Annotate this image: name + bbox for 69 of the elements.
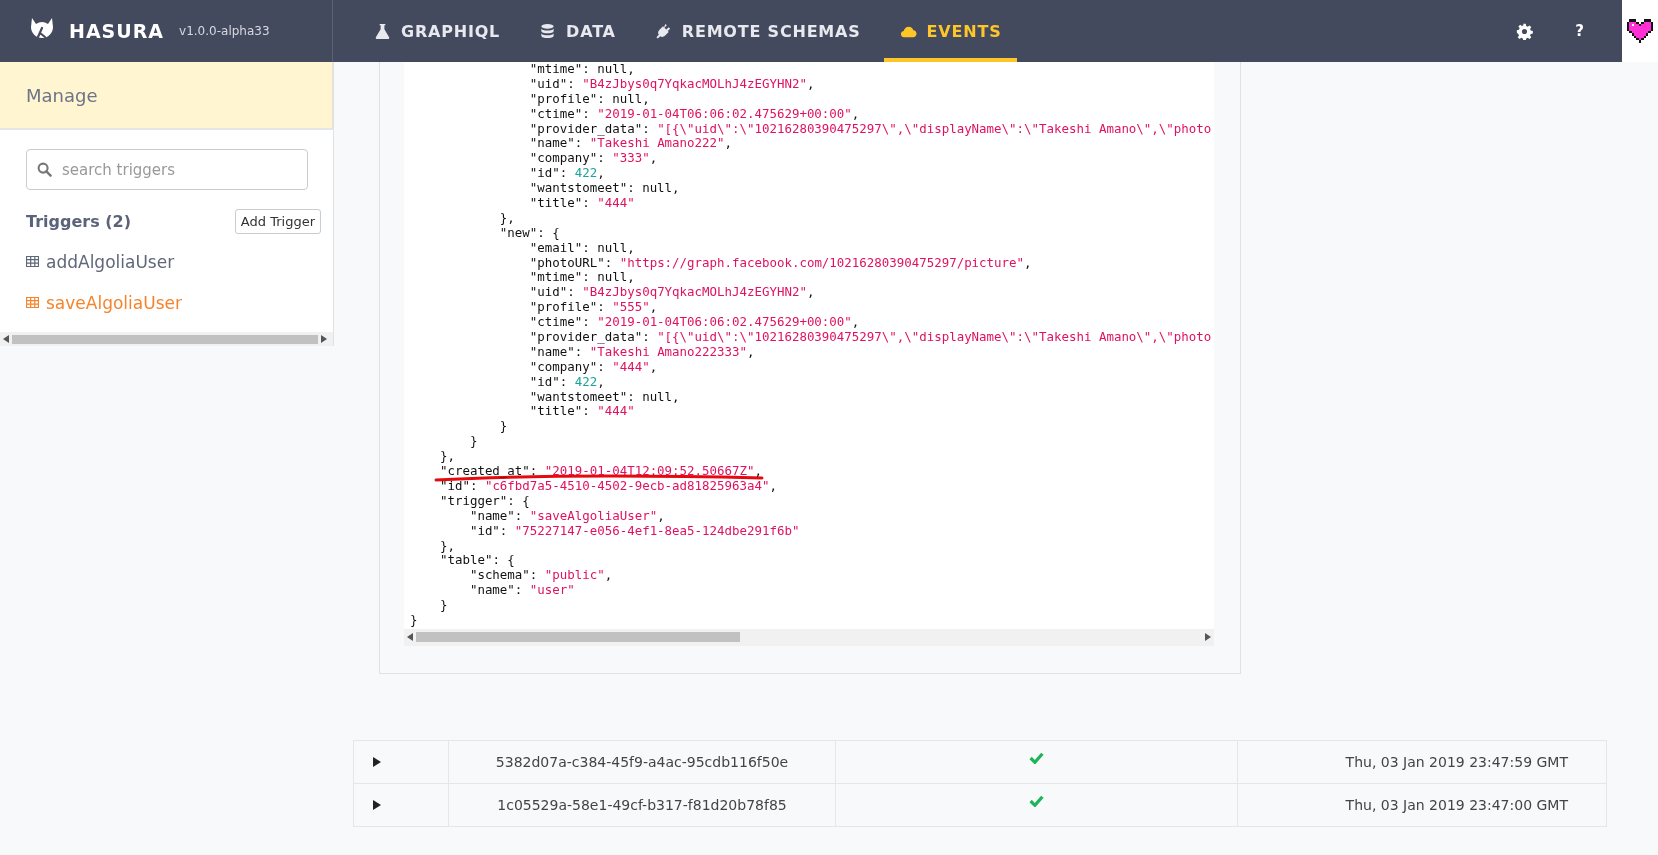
code-line: "photoURL": "https://graph.facebook.com/10216280390475297/picture", [528, 255, 1032, 271]
code-line: "ctime": "2019-01-04T06:06:02.475629+00:00", [528, 315, 860, 331]
trigger-link[interactable]: addAlgoliaUser [26, 241, 321, 282]
plug-icon [654, 22, 672, 40]
brand-name: HASURA [69, 20, 165, 42]
code-line: "schema": "public", [468, 568, 613, 584]
code-line: "mtime": null, [528, 62, 635, 77]
nav-tab[interactable]: DATA [523, 0, 632, 62]
code-line: "wantstomeet": null, [528, 181, 680, 197]
code-line: }, [438, 538, 455, 554]
code-line: "provider_data": "[{\"uid\":\"10216280390475297\",\"displayName\":\"Takeshi Amano\",\"photo [528, 330, 1212, 345]
search-icon [37, 162, 52, 177]
code-line: "table": { [438, 553, 515, 569]
settings-icon[interactable] [1516, 22, 1534, 40]
flask-icon [374, 22, 391, 40]
code-line: "name": "saveAlgoliaUser", [469, 508, 665, 524]
code-line: "id": 422, [528, 374, 605, 390]
database-icon [539, 22, 557, 40]
code-line: "email": null, [528, 240, 635, 256]
code-line: } [438, 598, 448, 613]
search-input[interactable]: search triggers [60, 159, 290, 180]
scroll-left-icon[interactable] [407, 633, 413, 642]
code-line: "company": "444", [528, 359, 658, 375]
code-line: "profile": null, [528, 91, 650, 107]
scrollbar[interactable] [404, 628, 1214, 646]
code-line: "name": "Takeshi Amano222", [528, 136, 733, 152]
code-line: "ctime": "2019-01-04T06:06:02.475629+00:00", [528, 106, 860, 122]
code-line: }, [498, 210, 515, 226]
code-line: "wantstomeet": null, [528, 389, 680, 405]
code-line: "created_at": "2019-01-04T12:09:52.50667Z", [438, 464, 762, 479]
scroll-left-icon[interactable] [3, 335, 9, 343]
code-line: "name": "Takeshi Amano222333", [528, 344, 755, 360]
table-icon [26, 256, 39, 267]
section-title: Manage [26, 84, 98, 106]
scroll-right-icon[interactable] [1205, 633, 1211, 642]
search-field[interactable]: search triggers [26, 149, 308, 190]
code-line: "mtime": null, [528, 270, 635, 286]
help-button[interactable]: ? [1571, 22, 1588, 40]
triggers-heading: Triggers (2) [26, 212, 132, 231]
expand-arrow-icon[interactable] [373, 799, 381, 810]
event-id: 1c05529a-58e1-49cf-b317-f81d20b78f85 [448, 783, 835, 826]
event-id: 5382d07a-c384-45f9-a4ac-95cdb116f50e [448, 740, 835, 783]
code-line: "name": "user" [468, 583, 575, 599]
version-label: v1.0.0-alpha33 [179, 24, 270, 38]
add-trigger-button[interactable]: Add Trigger [234, 209, 321, 234]
code-line: "trigger": { [438, 493, 530, 509]
code-line: "profile": "555", [528, 300, 658, 316]
code-line: "id": 422, [528, 166, 605, 182]
code-line: } [410, 612, 418, 628]
code-line: "new": { [498, 225, 560, 241]
code-line: "provider_data": "[{\"uid\":\"10216280390475297\",\"displayName\":\"Takeshi Amano\",\"photo [528, 121, 1212, 137]
code-line: } [498, 419, 508, 435]
code-line: "uid": "B4zJbys0q7YqkacMOLhJ4zEGYHN2", [528, 285, 815, 301]
code-line: "title": "444" [528, 404, 635, 420]
table-icon [26, 297, 39, 308]
scroll-right-icon[interactable] [321, 335, 328, 343]
code-line: }, [438, 449, 455, 465]
code-line: } [468, 434, 478, 450]
scrollbar[interactable] [0, 332, 333, 346]
code-line: "company": "333", [528, 151, 658, 167]
expand-arrow-icon[interactable] [373, 756, 381, 767]
code-line: "id": "c6fbd7a5-4510-4502-9ecb-ad81825963a4", [438, 478, 777, 494]
nav-tab[interactable]: GRAPHIQL [358, 0, 517, 62]
code-line: "title": "444" [528, 196, 635, 211]
code-line: "id": "75227147-e056-4ef1-8ea5-124dbe291f6b" [468, 523, 800, 539]
event-time: Thu, 03 Jan 2019 23:47:00 GMT [1237, 783, 1607, 826]
nav-tab[interactable]: REMOTE SCHEMAS [638, 0, 877, 62]
event-time: Thu, 03 Jan 2019 23:47:59 GMT [1237, 740, 1607, 783]
code-line: "uid": "B4zJbys0q7YqkacMOLhJ4zEGYHN2", [528, 76, 815, 92]
